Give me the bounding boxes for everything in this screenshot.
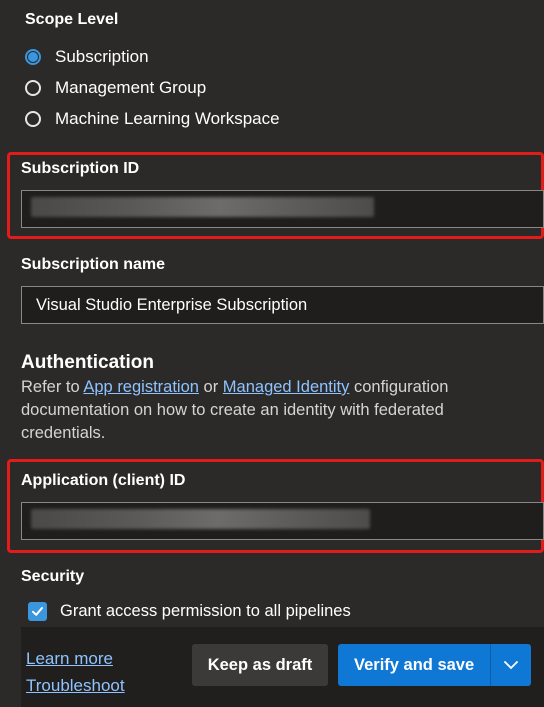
desc-text: Refer to bbox=[21, 378, 84, 396]
chevron-down-icon[interactable] bbox=[491, 660, 531, 670]
scope-radio-group: Subscription Management Group Machine Le… bbox=[25, 41, 405, 134]
subscription-name-label: Subscription name bbox=[21, 256, 166, 273]
keep-as-draft-button[interactable]: Keep as draft bbox=[192, 644, 328, 686]
checkbox-checked-icon[interactable] bbox=[28, 602, 47, 621]
security-heading: Security bbox=[21, 568, 85, 585]
subscription-id-label: Subscription ID bbox=[21, 160, 140, 177]
radio-option-management-group[interactable]: Management Group bbox=[25, 72, 405, 103]
desc-text: or bbox=[198, 378, 223, 396]
subscription-name-input[interactable]: Visual Studio Enterprise Subscription bbox=[21, 286, 544, 324]
learn-more-link[interactable]: Learn more bbox=[26, 645, 125, 672]
verify-and-save-button[interactable]: Verify and save bbox=[338, 644, 531, 686]
radio-unchecked-icon[interactable] bbox=[25, 110, 41, 127]
radio-option-subscription[interactable]: Subscription bbox=[25, 41, 405, 72]
radio-unchecked-icon[interactable] bbox=[25, 79, 41, 96]
app-registration-link[interactable]: App registration bbox=[83, 378, 199, 396]
radio-label: Management Group bbox=[55, 77, 207, 97]
footer-links: Learn more Troubleshoot bbox=[26, 645, 125, 699]
subscription-id-input[interactable] bbox=[21, 190, 544, 228]
authentication-heading: Authentication bbox=[21, 352, 154, 373]
radio-option-ml-workspace[interactable]: Machine Learning Workspace bbox=[25, 103, 405, 134]
scope-level-heading: Scope Level bbox=[25, 11, 119, 28]
redacted-value bbox=[31, 509, 370, 529]
managed-identity-link[interactable]: Managed Identity bbox=[223, 378, 350, 396]
grant-access-checkbox-row[interactable]: Grant access permission to all pipelines bbox=[28, 602, 351, 621]
grant-access-label: Grant access permission to all pipelines bbox=[60, 602, 351, 620]
redacted-value bbox=[31, 197, 374, 217]
verify-and-save-label: Verify and save bbox=[354, 655, 475, 674]
radio-checked-icon[interactable] bbox=[25, 48, 41, 65]
troubleshoot-link[interactable]: Troubleshoot bbox=[26, 672, 125, 699]
authentication-description: Refer to App registration or Managed Ide… bbox=[21, 376, 501, 445]
radio-label: Machine Learning Workspace bbox=[55, 108, 280, 128]
application-id-label: Application (client) ID bbox=[21, 472, 186, 489]
radio-label: Subscription bbox=[55, 46, 149, 66]
application-id-input[interactable] bbox=[21, 502, 544, 540]
